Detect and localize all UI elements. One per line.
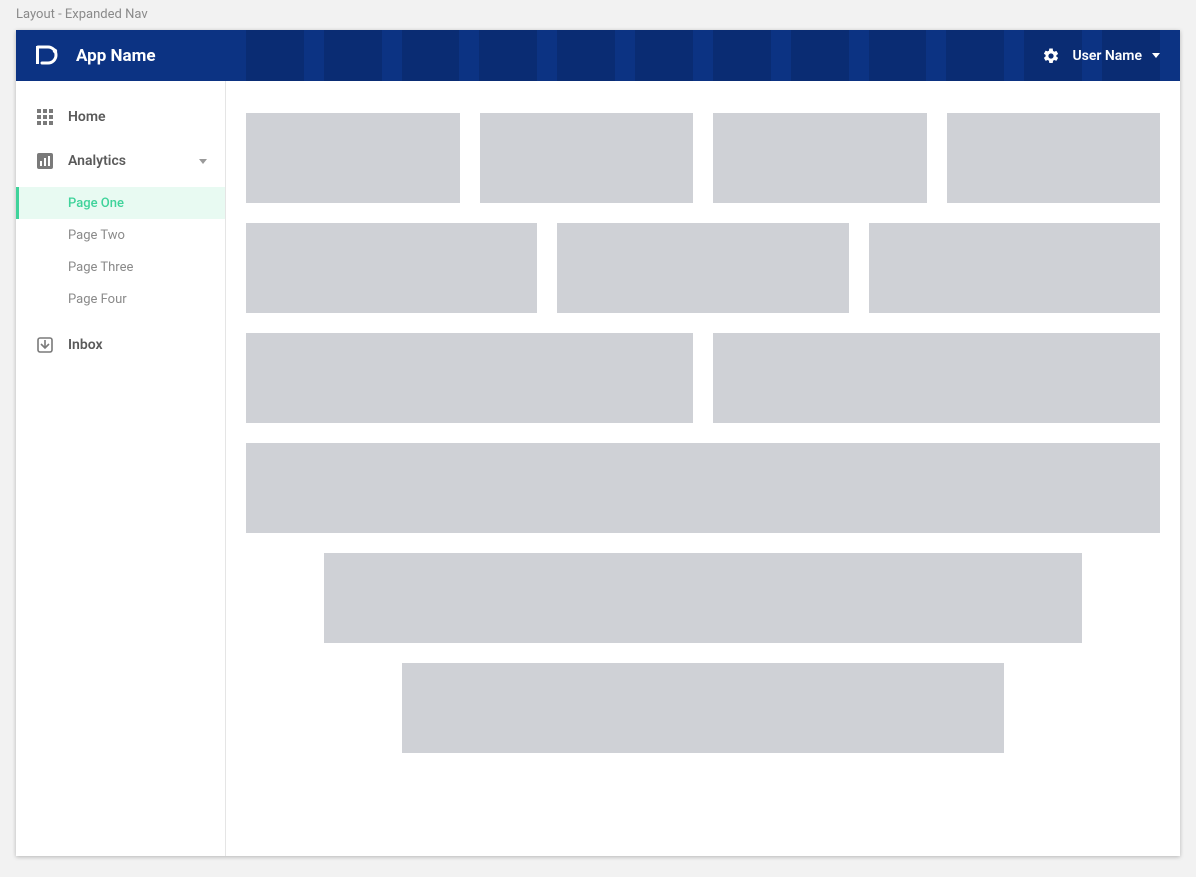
content-grid xyxy=(246,81,1160,856)
layout-block xyxy=(713,113,927,203)
page-label: Layout - Expanded Nav xyxy=(16,0,1180,30)
sidebar-item-label: Analytics xyxy=(68,153,126,169)
layout-row xyxy=(246,553,1160,643)
sidebar-item-home[interactable]: Home xyxy=(16,95,225,139)
layout-block xyxy=(947,113,1161,203)
sidebar-item-analytics[interactable]: Analytics xyxy=(16,139,225,183)
layout-row xyxy=(246,443,1160,533)
layout-row xyxy=(246,113,1160,203)
sidebar-subitem-page-one[interactable]: Page One xyxy=(16,187,225,219)
app-name: App Name xyxy=(76,46,156,66)
app-header: App Name User Name xyxy=(16,30,1180,81)
sidebar-item-label: Inbox xyxy=(68,337,103,353)
gear-icon[interactable] xyxy=(1042,47,1060,65)
sidebar-item-label: Home xyxy=(68,109,106,125)
layout-block xyxy=(324,553,1082,643)
sidebar-subitem-label: Page Three xyxy=(68,260,133,275)
user-name[interactable]: User Name xyxy=(1072,48,1142,64)
layout-block xyxy=(246,333,693,423)
app-frame: App Name User Name xyxy=(16,30,1180,856)
layout-block xyxy=(246,113,460,203)
layout-block xyxy=(246,223,537,313)
content-area xyxy=(226,81,1180,856)
sidebar-subitem-label: Page Four xyxy=(68,292,127,307)
sidebar-subitem-page-two[interactable]: Page Two xyxy=(16,219,225,251)
layout-block xyxy=(869,223,1160,313)
layout-block xyxy=(713,333,1160,423)
inbox-icon xyxy=(36,336,54,354)
grid-icon xyxy=(36,108,54,126)
layout-block xyxy=(480,113,694,203)
chevron-down-icon[interactable] xyxy=(1152,53,1160,58)
sidebar-subitem-label: Page One xyxy=(68,196,124,211)
app-logo-icon xyxy=(34,44,62,68)
sidebar: Home Analytics Page One xyxy=(16,81,226,856)
layout-block xyxy=(557,223,848,313)
layout-row xyxy=(246,223,1160,313)
layout-row xyxy=(246,333,1160,423)
layout-block xyxy=(246,443,1160,533)
header-stripes xyxy=(16,30,1180,81)
chevron-down-icon xyxy=(199,159,207,164)
layout-row xyxy=(246,663,1160,753)
sidebar-subitem-page-four[interactable]: Page Four xyxy=(16,283,225,315)
layout-block xyxy=(402,663,1005,753)
sidebar-subnav-analytics: Page One Page Two Page Three Page Four xyxy=(16,183,225,317)
app-body: Home Analytics Page One xyxy=(16,81,1180,856)
sidebar-item-inbox[interactable]: Inbox xyxy=(16,323,225,367)
sidebar-subitem-label: Page Two xyxy=(68,228,125,243)
bar-chart-icon xyxy=(36,152,54,170)
sidebar-subitem-page-three[interactable]: Page Three xyxy=(16,251,225,283)
